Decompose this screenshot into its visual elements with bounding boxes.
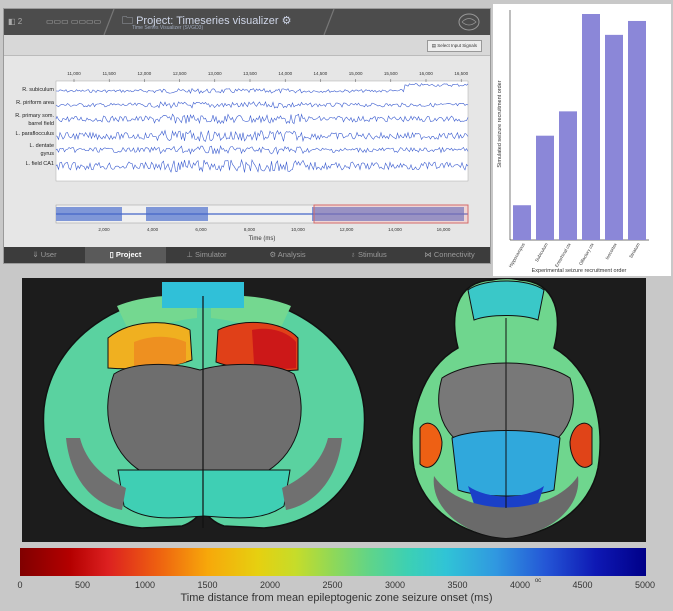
colorbar-tick: 2500 — [322, 580, 343, 590]
colorbar — [20, 548, 646, 576]
top-tick-label: 11,500 — [102, 71, 116, 76]
colorbar-tick: 2000 — [259, 580, 281, 590]
colorbar-tick: 1000 — [134, 580, 156, 590]
nav-item-stimulus[interactable]: ♁ Stimulus — [328, 247, 409, 263]
colorbar-tick: 1500 — [197, 580, 218, 590]
channel-label: R. primary som. — [15, 113, 54, 119]
brain-logo-icon — [458, 13, 480, 31]
project-subtitle: Time Series Visualizer (SVGD3) — [132, 25, 204, 31]
tvb-window: ◧ 2 ▭▭▭ ▭▭▭▭ 🗀 Project: Timeseries visua… — [3, 8, 491, 264]
channel-label: barrel field — [28, 121, 54, 127]
top-tick-label: 12,000 — [138, 71, 152, 76]
bottom-tick-label: 2,000 — [98, 227, 110, 232]
channel-label: L. field CA1 — [26, 161, 54, 167]
recruitment-bar-chart: Hippocampus Subiculum Entorhinal ctx Olfact… — [493, 4, 671, 276]
nav-item-simulator[interactable]: ⊥ Simulator — [166, 247, 247, 263]
timeseries-plot[interactable]: 11,000 11,500 12,000 12,500 13,000 13,500 14,0… — [4, 55, 490, 251]
x-axis-label: Experimental seizure recruitment order — [532, 268, 627, 274]
top-tick-label: 13,000 — [208, 71, 222, 76]
settings-icon[interactable]: ⚙ — [282, 15, 292, 27]
menu-icon[interactable]: ◧ 2 — [8, 9, 22, 35]
bar — [605, 34, 623, 240]
top-tick-label: 11,000 — [67, 71, 81, 76]
top-tick-label: 14,000 — [278, 71, 292, 76]
bottom-tick-label: 10,000 — [291, 227, 305, 232]
colorbar-tick: 3000 — [384, 580, 406, 590]
gear-icon: ⚙ — [269, 250, 278, 259]
bottom-nav: ⇓ User ▯ Project ⊥ Simulator ⚙ Analysis ♁ St… — [4, 247, 490, 263]
nav-item-user[interactable]: ⇓ User — [4, 247, 85, 263]
channel-label: L. dentate — [30, 143, 54, 149]
nav-item-project[interactable]: ▯ Project — [85, 247, 166, 263]
channel-label: R. piriform area — [16, 100, 55, 106]
bottom-tick-label: 4,000 — [147, 227, 159, 232]
bulb-icon: ♁ — [350, 250, 358, 259]
x-axis-label: Time (ms) — [249, 236, 276, 242]
bottom-tick-label: 8,000 — [244, 227, 256, 232]
striatum-region — [134, 336, 186, 368]
horizontal-slice — [411, 278, 601, 539]
bar — [513, 205, 531, 240]
top-tick-label: 15,000 — [349, 71, 363, 76]
top-tick-label: 13,500 — [243, 71, 257, 76]
nav-item-connectivity[interactable]: ⋈ Connectivity — [409, 247, 490, 263]
bottom-tick-label: 16,000 — [437, 227, 451, 232]
colorbar-mark: oc — [534, 578, 542, 584]
connectivity-icon: ⋈ — [424, 250, 434, 259]
colorbar-tick: 0 — [17, 580, 23, 590]
channel-label: R. subiculum — [22, 87, 54, 93]
plot-toolbar: ▤ Select Input Signals — [4, 35, 490, 56]
bottom-tick-label: 14,000 — [388, 227, 402, 232]
colorbar-tick: 500 — [74, 580, 91, 590]
top-tick-label: 12,500 — [173, 71, 187, 76]
brain-slices — [22, 278, 646, 542]
top-tick-label: 15,500 — [384, 71, 398, 76]
top-tick-label: 14,500 — [314, 71, 328, 76]
colorbar-tick: 5000 — [634, 580, 656, 590]
colorbar-tick: 4500 — [572, 580, 593, 590]
bar — [559, 111, 577, 240]
title-divider-icon — [323, 9, 335, 35]
bar — [628, 20, 646, 241]
user-icon: ⇓ — [32, 250, 41, 259]
brush-selection[interactable] — [313, 204, 469, 224]
title-divider-icon — [103, 9, 115, 35]
thalamus-region — [117, 469, 291, 519]
toolbar-icons[interactable]: ▭▭▭ ▭▭▭▭ — [46, 9, 101, 35]
ventricle-region — [107, 363, 302, 475]
channel-label: gyrus — [41, 151, 55, 157]
top-tick-label: 16,000 — [419, 71, 433, 76]
bottom-tick-label: 6,000 — [195, 227, 207, 232]
top-tick-label: 16,500 — [454, 71, 468, 76]
channel-label: L. paraflocculus — [15, 131, 54, 137]
colorbar-tick: 4000 — [509, 580, 531, 590]
bar — [582, 14, 600, 240]
nav-item-analysis[interactable]: ⚙ Analysis — [247, 247, 328, 263]
coronal-slice — [42, 282, 366, 529]
simulator-icon: ⊥ — [186, 250, 195, 259]
colorbar-tick: 3500 — [447, 580, 468, 590]
bar — [536, 135, 554, 240]
title-bar: ◧ 2 ▭▭▭ ▭▭▭▭ 🗀 Project: Timeseries visua… — [4, 9, 490, 35]
olfactory-region — [467, 280, 545, 321]
select-signals-button[interactable]: ▤ Select Input Signals — [426, 40, 482, 52]
colorbar-label: Time distance from mean epileptogenic zo… — [180, 592, 493, 604]
bottom-tick-label: 12,000 — [340, 227, 354, 232]
y-axis-label: Simulated seizure recruitment order — [497, 80, 503, 167]
